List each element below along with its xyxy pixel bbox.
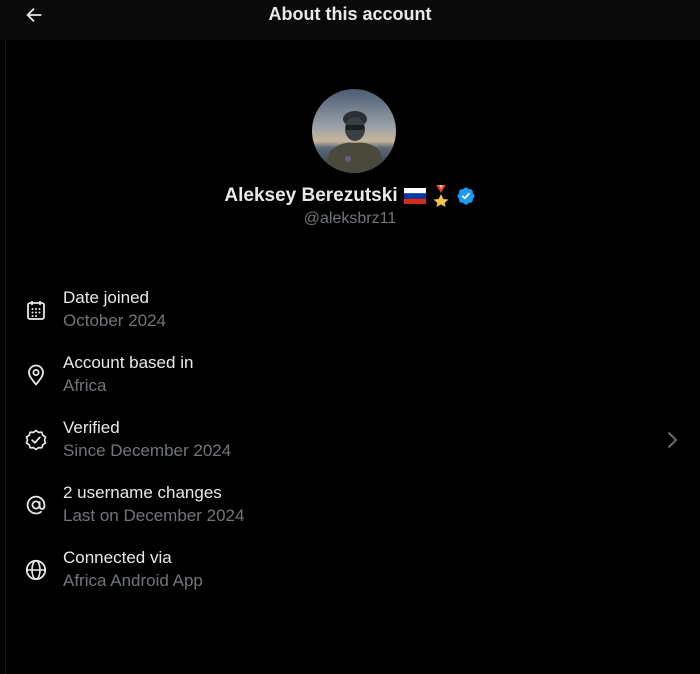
calendar-icon bbox=[27, 301, 45, 320]
info-row-verified[interactable]: Verified Since December 2024 bbox=[0, 414, 700, 479]
info-row-account-based-in: Account based in Africa bbox=[0, 349, 700, 414]
info-value: October 2024 bbox=[63, 311, 167, 330]
page-title: About this account bbox=[268, 4, 432, 24]
info-label: Connected via bbox=[63, 548, 172, 567]
info-row-date-joined: Date joined October 2024 bbox=[0, 284, 700, 349]
account-info-list: Date joined October 2024 Account based i… bbox=[0, 284, 700, 609]
info-value: Since December 2024 bbox=[63, 441, 232, 460]
chevron-right-icon[interactable] bbox=[660, 428, 684, 452]
russian-flag-emoji bbox=[403, 188, 426, 204]
globe-icon bbox=[25, 559, 47, 581]
top-bar: About this account bbox=[0, 0, 700, 40]
info-value: Last on December 2024 bbox=[63, 506, 245, 525]
info-label: 2 username changes bbox=[63, 483, 222, 502]
username-handle: @aleksbrz11 bbox=[303, 210, 397, 227]
info-value: Africa Android App bbox=[63, 571, 203, 590]
info-label: Date joined bbox=[63, 288, 150, 307]
display-name: Aleksey Berezutski bbox=[224, 185, 398, 206]
info-label: Verified bbox=[63, 418, 120, 437]
avatar[interactable] bbox=[312, 89, 396, 173]
info-value: Africa bbox=[63, 376, 107, 395]
verified-check-icon bbox=[25, 429, 47, 451]
info-row-username-changes: 2 username changes Last on December 2024 bbox=[0, 479, 700, 544]
verified-badge-icon[interactable] bbox=[456, 186, 476, 206]
profile-name-row: Aleksey Berezutski bbox=[0, 183, 700, 209]
info-label: Account based in bbox=[63, 353, 194, 372]
medal-emoji bbox=[433, 185, 449, 207]
info-row-connected-via: Connected via Africa Android App bbox=[0, 544, 700, 609]
at-sign-icon bbox=[26, 495, 46, 515]
profile-photo bbox=[312, 89, 396, 173]
location-pin-icon bbox=[28, 364, 44, 386]
